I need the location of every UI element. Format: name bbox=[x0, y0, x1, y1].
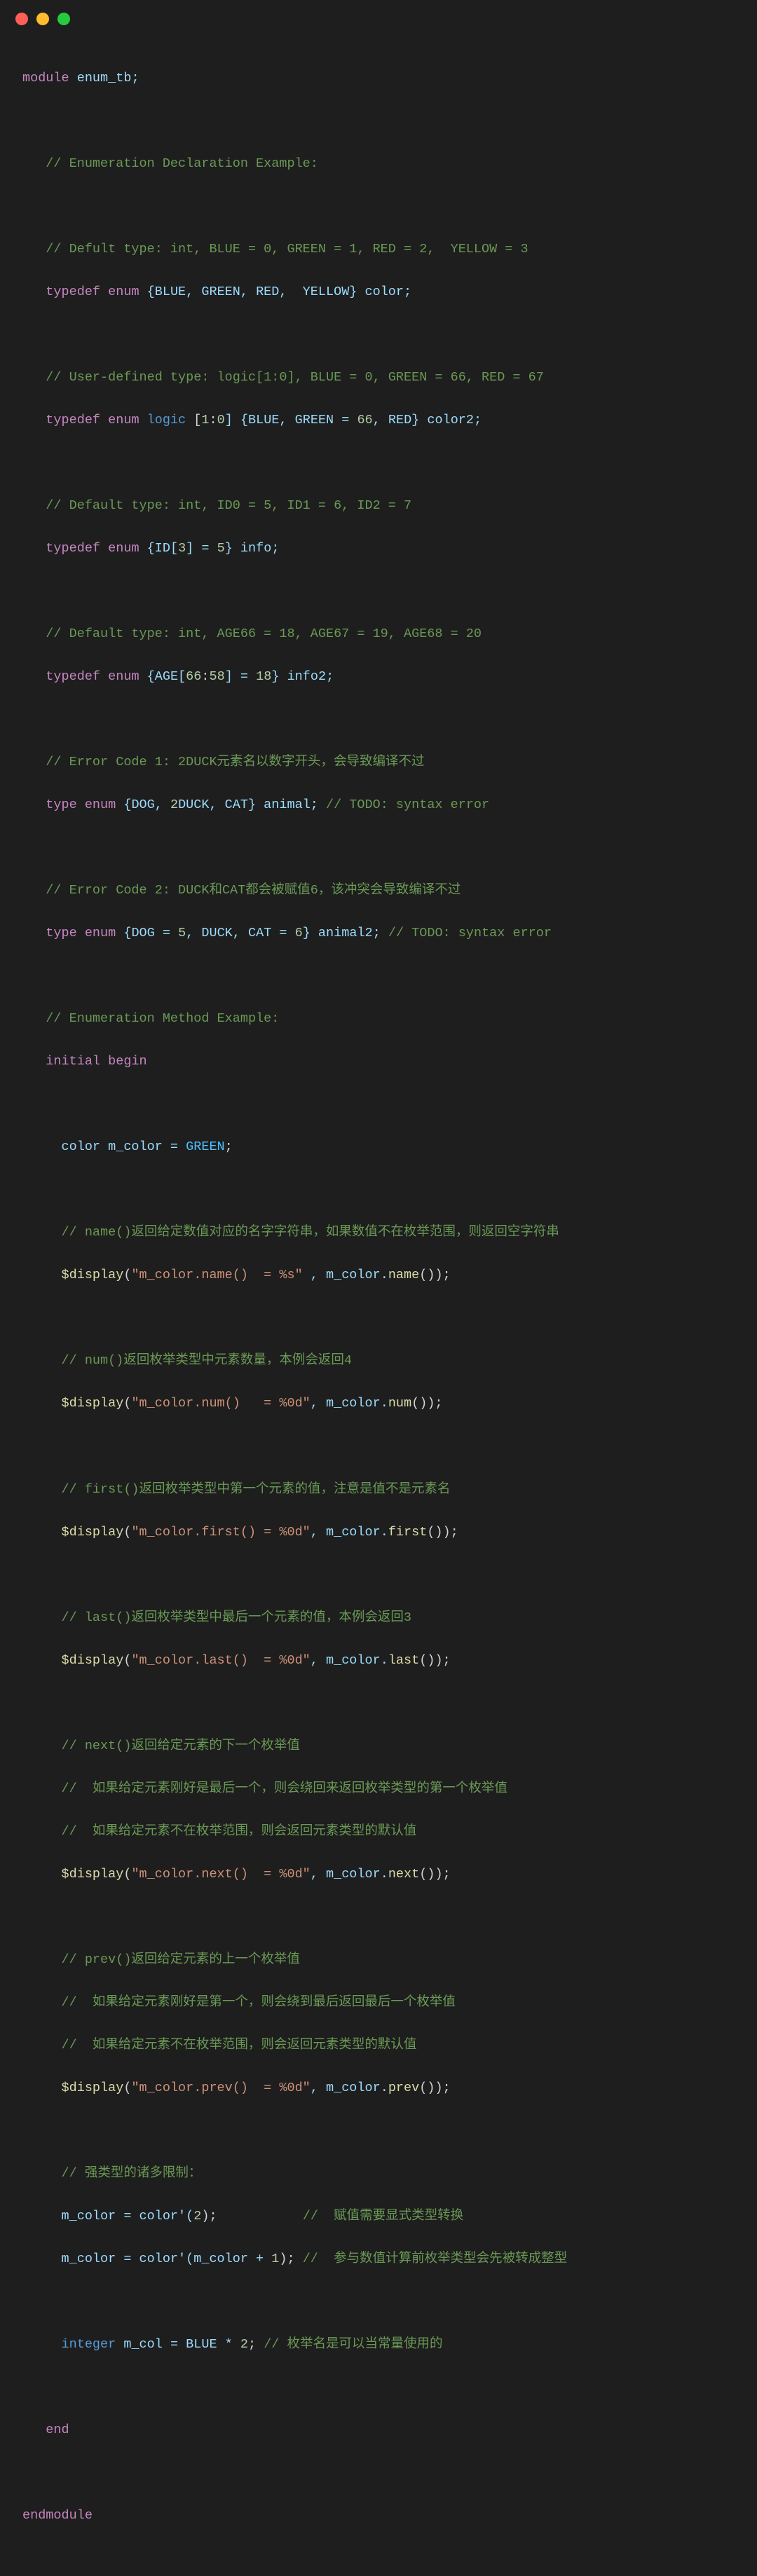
code-line: $display("m_color.last() = %0d", m_color… bbox=[22, 1650, 735, 1672]
code-line bbox=[22, 2121, 735, 2142]
code-line: color m_color = GREEN; bbox=[22, 1137, 735, 1158]
code-line: // last()返回枚举类型中最后一个元素的值，本例会返回3 bbox=[22, 1608, 735, 1629]
code-line: $display("m_color.next() = %0d", m_color… bbox=[22, 1864, 735, 1886]
code-line: m_color = color'(m_color + 1); // 参与数值计算… bbox=[22, 2249, 735, 2270]
code-line: // Error Code 2: DUCK和CAT都会被赋值6，该冲突会导致编译… bbox=[22, 880, 735, 902]
code-line: initial begin bbox=[22, 1051, 735, 1073]
code-line: // Default type: int, AGE66 = 18, AGE67 … bbox=[22, 624, 735, 645]
code-area: module enum_tb; // Enumeration Declarati… bbox=[0, 32, 757, 2576]
close-icon[interactable] bbox=[15, 13, 28, 25]
code-line bbox=[22, 196, 735, 218]
code-line bbox=[22, 1308, 735, 1329]
code-line bbox=[22, 111, 735, 132]
code-line: // Enumeration Declaration Example: bbox=[22, 153, 735, 175]
code-line: module enum_tb; bbox=[22, 68, 735, 90]
code-line bbox=[22, 1693, 735, 1715]
code-line: // next()返回给定元素的下一个枚举值 bbox=[22, 1736, 735, 1758]
code-line bbox=[22, 709, 735, 731]
code-line bbox=[22, 837, 735, 859]
titlebar bbox=[0, 0, 757, 32]
code-line: // Enumeration Method Example: bbox=[22, 1008, 735, 1030]
code-line: typedef enum logic [1:0] {BLUE, GREEN = … bbox=[22, 410, 735, 432]
code-line: typedef enum {ID[3] = 5} info; bbox=[22, 538, 735, 560]
code-line: typedef enum {BLUE, GREEN, RED, YELLOW} … bbox=[22, 282, 735, 303]
editor-window: module enum_tb; // Enumeration Declarati… bbox=[0, 0, 757, 2576]
code-line: // num()返回枚举类型中元素数量，本例会返回4 bbox=[22, 1350, 735, 1372]
code-line bbox=[22, 324, 735, 346]
code-line: $display("m_color.name() = %s" , m_color… bbox=[22, 1265, 735, 1287]
code-line bbox=[22, 2291, 735, 2313]
code-line: $display("m_color.first() = %0d", m_colo… bbox=[22, 1522, 735, 1544]
code-line: // Defult type: int, BLUE = 0, GREEN = 1… bbox=[22, 239, 735, 261]
code-line: $display("m_color.prev() = %0d", m_color… bbox=[22, 2078, 735, 2099]
code-line: // 如果给定元素刚好是最后一个，则会绕回来返回枚举类型的第一个枚举值 bbox=[22, 1779, 735, 1800]
code-line: // 如果给定元素不在枚举范围，则会返回元素类型的默认值 bbox=[22, 1821, 735, 1843]
code-line bbox=[22, 1094, 735, 1116]
code-line bbox=[22, 966, 735, 987]
code-line bbox=[22, 1907, 735, 1928]
code-line: end bbox=[22, 2420, 735, 2441]
code-line: // User-defined type: logic[1:0], BLUE =… bbox=[22, 367, 735, 389]
code-line: typedef enum {AGE[66:58] = 18} info2; bbox=[22, 666, 735, 688]
code-line bbox=[22, 453, 735, 474]
maximize-icon[interactable] bbox=[57, 13, 70, 25]
minimize-icon[interactable] bbox=[36, 13, 49, 25]
code-line: // name()返回给定数值对应的名字字符串，如果数值不在枚举范围，则返回空字… bbox=[22, 1222, 735, 1244]
code-line: // Error Code 1: 2DUCK元素名以数字开头，会导致编译不过 bbox=[22, 752, 735, 774]
code-line bbox=[22, 2462, 735, 2484]
code-line bbox=[22, 1437, 735, 1458]
code-line: integer m_col = BLUE * 2; // 枚举名是可以当常量使用… bbox=[22, 2334, 735, 2356]
code-line bbox=[22, 581, 735, 603]
code-line: type enum {DOG, 2DUCK, CAT} animal; // T… bbox=[22, 795, 735, 816]
code-line: m_color = color'(2); // 赋值需要显式类型转换 bbox=[22, 2206, 735, 2228]
code-line: // 如果给定元素刚好是第一个，则会绕到最后返回最后一个枚举值 bbox=[22, 1992, 735, 2014]
code-line: // Default type: int, ID0 = 5, ID1 = 6, … bbox=[22, 495, 735, 517]
code-line bbox=[22, 2377, 735, 2399]
code-line: // 如果给定元素不在枚举范围，则会返回元素类型的默认值 bbox=[22, 2035, 735, 2057]
code-line: type enum {DOG = 5, DUCK, CAT = 6} anima… bbox=[22, 923, 735, 945]
code-line: endmodule bbox=[22, 2505, 735, 2527]
code-line: // 强类型的诸多限制： bbox=[22, 2163, 735, 2185]
code-line bbox=[22, 1565, 735, 1587]
code-line: $display("m_color.num() = %0d", m_color.… bbox=[22, 1393, 735, 1415]
code-line bbox=[22, 1179, 735, 1201]
code-line: // prev()返回给定元素的上一个枚举值 bbox=[22, 1950, 735, 1971]
code-line: // first()返回枚举类型中第一个元素的值，注意是值不是元素名 bbox=[22, 1479, 735, 1501]
